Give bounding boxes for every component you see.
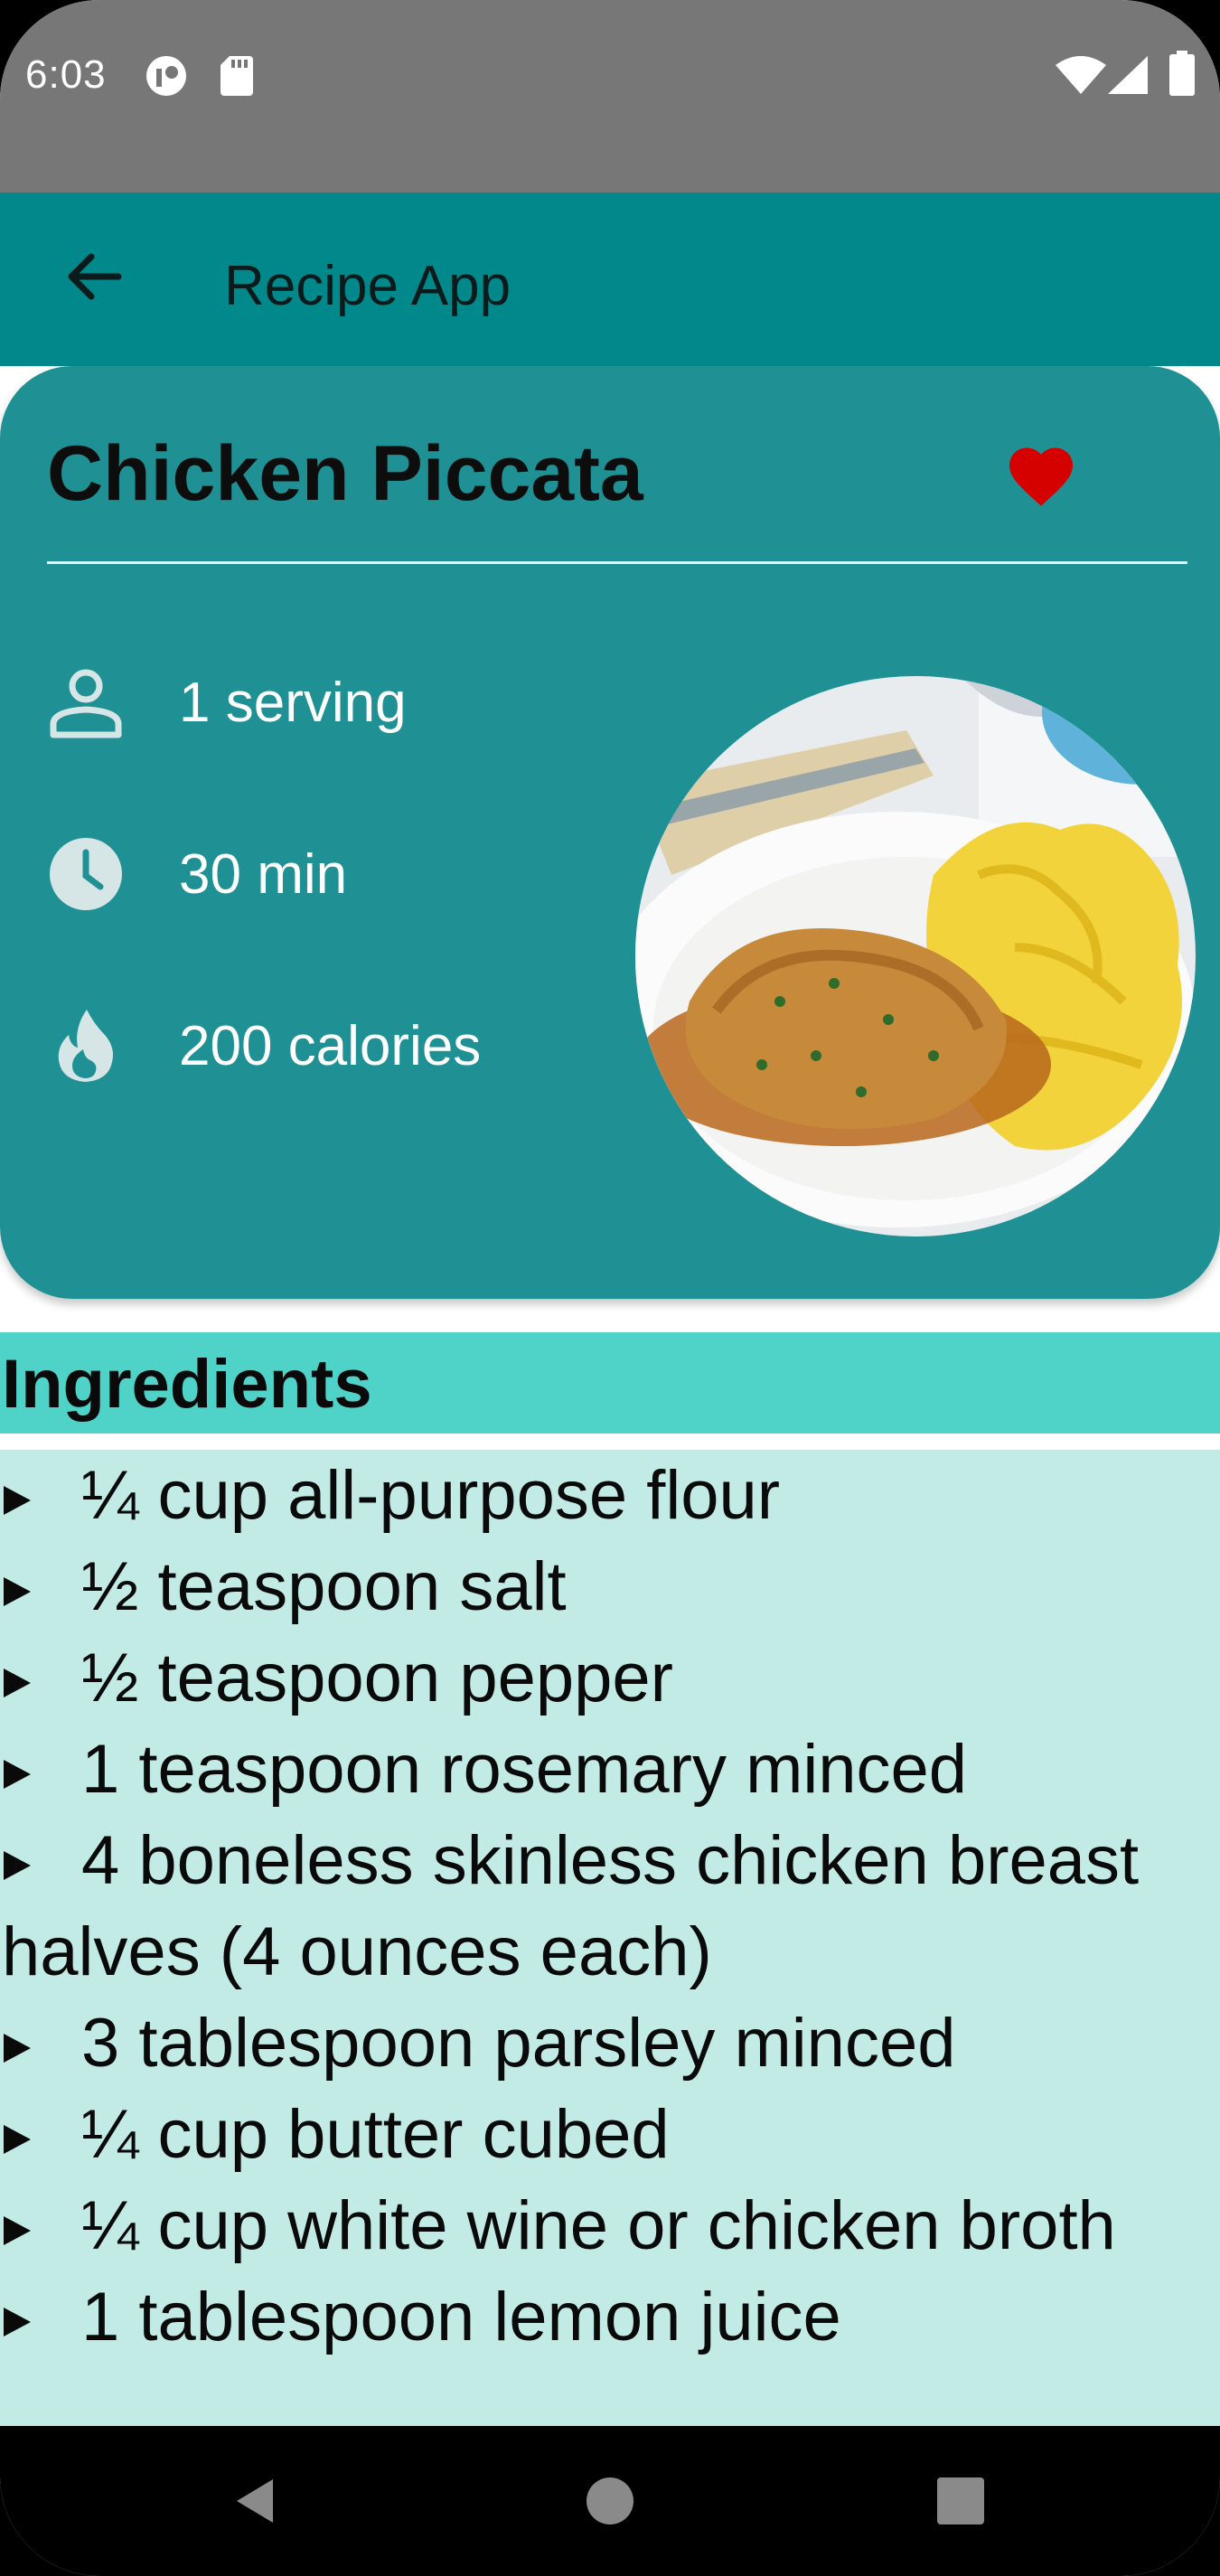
home-circle-icon — [583, 2474, 637, 2532]
triangle-bullet-icon — [2, 2271, 81, 2363]
battery-icon — [1169, 51, 1195, 99]
ingredient-item: 3 tablespoon parsley minced — [0, 1998, 1220, 2089]
triangle-bullet-icon — [2, 1632, 81, 1724]
card-divider — [47, 561, 1187, 564]
dish-photo — [635, 676, 1196, 1236]
recipe-card: Chicken Piccata 1 serving 30 min 200 cal… — [0, 366, 1220, 1299]
recents-square-icon — [934, 2474, 988, 2532]
time-label: 30 min — [179, 842, 348, 906]
triangle-bullet-icon — [2, 1998, 81, 2089]
sd-card-icon — [221, 56, 253, 99]
wifi-icon — [1056, 56, 1106, 98]
triangle-bullet-icon — [2, 1724, 81, 1815]
phone-screen: 6:03 Recipe App Chicken Piccata 1 servin… — [0, 0, 1220, 2576]
nav-home-button[interactable] — [569, 2462, 651, 2543]
servings-row: 1 serving — [47, 657, 407, 747]
favorite-button[interactable] — [1003, 438, 1079, 514]
person-icon — [47, 663, 125, 741]
ingredient-item: 4 boneless skinless chicken breast halve… — [0, 1815, 1220, 1998]
ingredients-title: Ingredients — [2, 1346, 372, 1423]
app-title: Recipe App — [224, 255, 511, 317]
back-button[interactable] — [43, 229, 143, 328]
clock-icon — [47, 835, 125, 913]
time-row: 30 min — [47, 829, 347, 919]
app-bar: Recipe App — [0, 193, 1220, 366]
navigation-bar — [0, 2426, 1220, 2576]
nav-back-button[interactable] — [214, 2462, 296, 2543]
triangle-bullet-icon — [2, 1541, 81, 1632]
ingredients-header: Ingredients — [0, 1332, 1220, 1434]
ingredient-item: ¼ cup butter cubed — [0, 2089, 1220, 2180]
status-time: 6:03 — [25, 52, 107, 97]
ingredient-item: 1 teaspoon rosemary minced — [0, 1724, 1220, 1815]
ingredient-item: ½ teaspoon pepper — [0, 1632, 1220, 1724]
heart-icon — [1003, 447, 1079, 518]
ingredient-item: ½ teaspoon salt — [0, 1541, 1220, 1632]
ingredient-item: ¼ cup all-purpose flour — [0, 1450, 1220, 1541]
vpn-key-icon — [145, 54, 188, 101]
ingredients-list[interactable]: ¼ cup all-purpose flour ½ teaspoon salt … — [0, 1450, 1220, 2426]
triangle-bullet-icon — [2, 2180, 81, 2271]
nav-recents-button[interactable] — [920, 2462, 1001, 2543]
ingredient-item: 1 tablespoon lemon juice — [0, 2271, 1220, 2363]
ingredient-item: ¼ cup white wine or chicken broth — [0, 2180, 1220, 2271]
arrow-left-icon — [64, 251, 122, 306]
calories-label: 200 calories — [179, 1014, 482, 1077]
status-bar: 6:03 — [0, 0, 1220, 193]
calories-row: 200 calories — [47, 1001, 481, 1091]
triangle-bullet-icon — [2, 2089, 81, 2180]
triangle-bullet-icon — [2, 1815, 81, 1906]
recipe-title: Chicken Piccata — [47, 430, 643, 517]
cell-signal-icon — [1108, 56, 1148, 98]
triangle-bullet-icon — [2, 1450, 81, 1541]
servings-label: 1 serving — [179, 671, 407, 734]
back-triangle-icon — [228, 2474, 282, 2532]
flame-icon — [47, 1007, 125, 1085]
